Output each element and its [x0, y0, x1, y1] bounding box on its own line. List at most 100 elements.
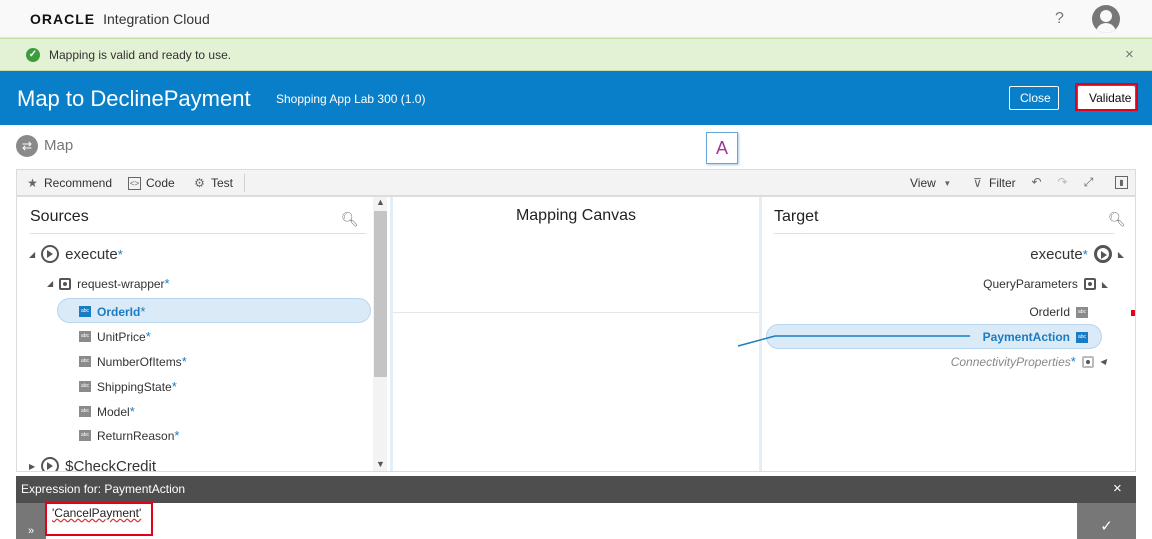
string-type-icon: abc: [79, 430, 91, 441]
recommend-button[interactable]: ★ Recommend: [26, 176, 112, 190]
collapse-icon[interactable]: ◢: [47, 279, 53, 288]
expression-target: PaymentAction: [104, 482, 186, 496]
close-message-icon[interactable]: ×: [1125, 46, 1134, 63]
view-menu[interactable]: View ▼: [910, 176, 954, 190]
field-label: ShippingState: [97, 379, 172, 394]
filter-button[interactable]: ⊽ Filter: [971, 176, 1016, 190]
field-label: Model: [97, 404, 130, 419]
filter-label: Filter: [989, 176, 1016, 190]
user-avatar-icon[interactable]: [1092, 5, 1120, 33]
expression-editor: [16, 503, 1136, 539]
node-label: QueryParameters: [983, 277, 1078, 291]
undo-icon[interactable]: ↶: [1030, 176, 1043, 189]
required-marker: *: [129, 404, 135, 419]
code-button[interactable]: <> Code: [128, 176, 175, 190]
field-label: ReturnReason: [97, 428, 175, 443]
search-icon[interactable]: 🔍︎: [341, 211, 359, 228]
expand-icon[interactable]: ◀: [1100, 357, 1106, 366]
recommend-label: Recommend: [44, 176, 113, 190]
maximize-icon[interactable]: ⤢: [1082, 176, 1095, 189]
source-field-numberofitems[interactable]: abc NumberOfItems *: [79, 354, 187, 369]
field-label: NumberOfItems: [97, 354, 182, 369]
close-button[interactable]: Close: [1009, 86, 1059, 110]
collapse-icon[interactable]: ◢: [29, 250, 35, 259]
redo-icon[interactable]: ↷: [1056, 176, 1069, 189]
string-type-icon: abc: [79, 381, 91, 392]
sources-scrollbar[interactable]: ▲ ▼: [373, 197, 387, 471]
chevron-down-icon: ▼: [943, 178, 952, 188]
collapse-icon[interactable]: ◣: [1102, 280, 1108, 289]
string-type-icon: abc: [79, 406, 91, 417]
target-root-execute[interactable]: execute * ◣: [1030, 245, 1124, 263]
top-bar: ORACLE Integration Cloud ?: [0, 0, 1152, 38]
brand: ORACLE Integration Cloud: [30, 11, 210, 27]
source-field-shippingstate[interactable]: abc ShippingState *: [79, 379, 177, 394]
complex-node-icon: [59, 277, 72, 290]
field-label: OrderId: [97, 304, 141, 319]
panel-toggle-icon[interactable]: ▮: [1115, 176, 1128, 189]
mapping-connector: [737, 335, 970, 347]
checkcredit-node-icon: [41, 457, 60, 471]
required-marker: *: [1082, 246, 1088, 262]
star-icon: ★: [27, 175, 38, 190]
expression-bar: Expression for: PaymentAction ×: [16, 476, 1136, 503]
required-marker: *: [1070, 354, 1076, 369]
source-request-wrapper[interactable]: ◢ request-wrapper *: [47, 276, 170, 291]
source-field-returnreason[interactable]: abc ReturnReason *: [79, 428, 179, 443]
close-expression-icon[interactable]: ×: [1113, 480, 1122, 497]
node-label: request-wrapper: [77, 276, 165, 291]
success-message: Mapping is valid and ready to use.: [49, 48, 232, 62]
expand-editor-icon[interactable]: »: [16, 503, 46, 539]
validate-highlight-box: [1075, 83, 1138, 111]
required-marker: *: [140, 304, 146, 319]
source-root-checkcredit[interactable]: ▶ $CheckCredit: [29, 457, 156, 471]
section-title: Map: [44, 137, 74, 154]
apply-expression-button[interactable]: ✓: [1077, 503, 1136, 539]
source-field-model[interactable]: abc Model *: [79, 404, 135, 419]
expression-prefix: Expression for:: [21, 482, 105, 496]
canvas-title: Mapping Canvas: [515, 207, 637, 224]
string-type-icon: abc: [79, 306, 91, 317]
required-marker: *: [164, 276, 170, 291]
target-divider: [774, 233, 1114, 234]
code-label: Code: [146, 176, 175, 190]
expand-icon[interactable]: ▶: [29, 462, 35, 471]
filter-icon: ⊽: [973, 175, 982, 190]
string-type-icon: abc: [1076, 331, 1088, 343]
search-icon[interactable]: 🔍︎: [1108, 211, 1126, 228]
expression-highlight-box: [45, 502, 153, 536]
error-marker: [1131, 310, 1135, 316]
success-message-bar: ✓ Mapping is valid and ready to use. ×: [0, 38, 1152, 71]
complex-node-icon: [1081, 355, 1094, 368]
source-field-unitprice[interactable]: abc UnitPrice *: [79, 329, 151, 344]
oracle-logo: ORACLE: [30, 11, 96, 27]
collapse-icon[interactable]: ◣: [1118, 250, 1124, 259]
toolbar-divider: [244, 174, 245, 192]
code-icon: <>: [128, 176, 141, 190]
required-marker: *: [145, 329, 151, 344]
scrollbar-thumb[interactable]: [374, 211, 387, 377]
string-type-icon: abc: [79, 331, 91, 342]
required-marker: *: [174, 428, 180, 443]
function-node[interactable]: A: [706, 132, 738, 164]
sources-title: Sources: [30, 208, 89, 225]
source-root-execute[interactable]: ◢ execute *: [29, 245, 123, 263]
node-label: $CheckCredit: [65, 457, 157, 472]
source-field-orderid[interactable]: abc OrderId *: [79, 304, 145, 319]
product-name: Integration Cloud: [103, 11, 210, 27]
scroll-down-icon[interactable]: ▼: [376, 459, 385, 469]
test-button[interactable]: ⚙ Test: [193, 176, 233, 190]
required-marker: *: [171, 379, 177, 394]
help-icon[interactable]: ?: [1055, 10, 1064, 28]
complex-node-icon: [1083, 278, 1096, 290]
target-field-orderid[interactable]: OrderId abc: [1029, 305, 1088, 319]
string-type-icon: abc: [1076, 306, 1088, 318]
title-bar: Map to DeclinePayment Shopping App Lab 3…: [0, 71, 1152, 125]
required-marker: *: [181, 354, 187, 369]
execute-node-icon: [41, 245, 60, 263]
string-type-icon: abc: [79, 356, 91, 367]
scroll-up-icon[interactable]: ▲: [376, 197, 385, 207]
target-queryparameters[interactable]: QueryParameters ◣: [983, 277, 1108, 291]
node-label: execute: [1030, 245, 1083, 263]
target-title: Target: [774, 208, 819, 225]
